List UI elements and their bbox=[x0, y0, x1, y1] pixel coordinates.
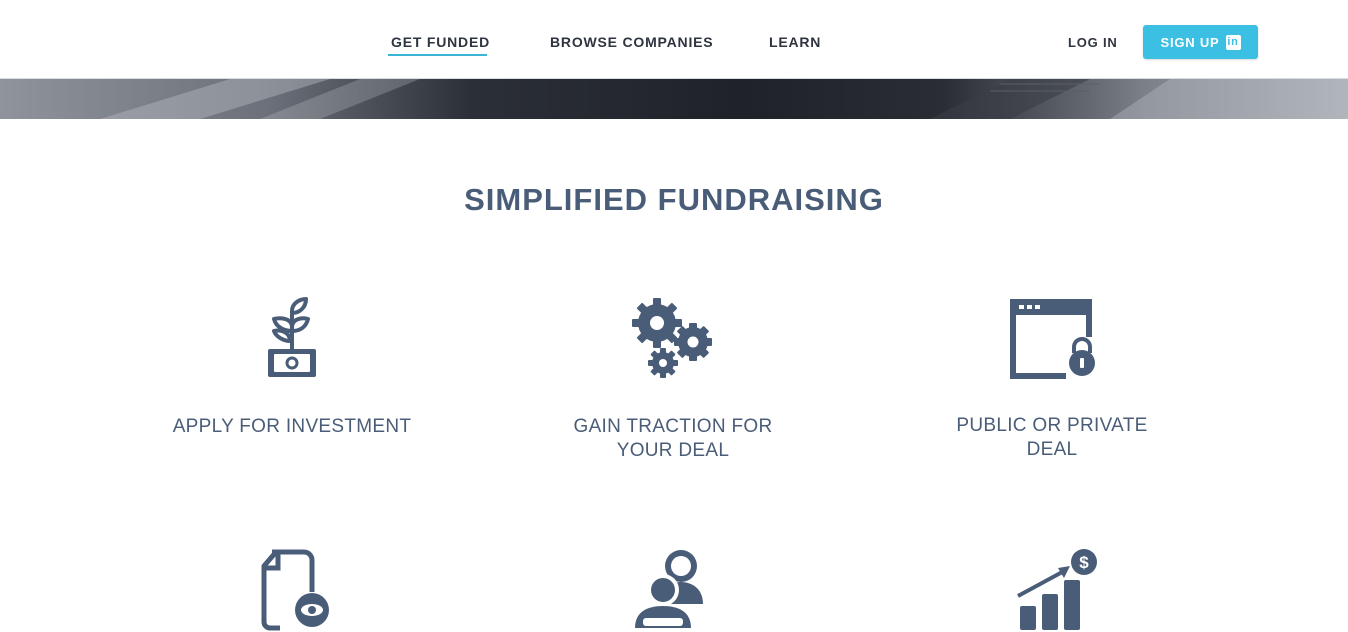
feature-label-line: DEAL bbox=[1026, 439, 1078, 460]
nav-active-indicator bbox=[388, 54, 487, 56]
feature-label: GAIN TRACTION FOR YOUR DEAL bbox=[543, 415, 803, 463]
feature-label-line: GAIN TRACTION FOR bbox=[573, 416, 773, 437]
hero-banner-image bbox=[0, 79, 1348, 119]
feature-public-private: PUBLIC OR PRIVATE DEAL bbox=[922, 297, 1182, 460]
plant-money-icon bbox=[268, 297, 316, 377]
nav-learn[interactable]: LEARN bbox=[769, 34, 821, 50]
feature-apply-investment: APPLY FOR INVESTMENT bbox=[162, 297, 422, 437]
nav-browse-companies[interactable]: BROWSE COMPANIES bbox=[550, 34, 713, 50]
feature-label-line: YOUR DEAL bbox=[616, 440, 730, 461]
browser-lock-icon bbox=[1010, 299, 1095, 379]
linkedin-icon: in bbox=[1225, 34, 1241, 50]
feature-document-review bbox=[162, 548, 422, 632]
feature-growth: $ bbox=[922, 548, 1182, 632]
document-eye-icon bbox=[261, 549, 329, 631]
nav-get-funded[interactable]: GET FUNDED bbox=[391, 34, 490, 50]
signup-button[interactable]: SIGN UP in bbox=[1143, 25, 1258, 59]
signup-label: SIGN UP bbox=[1160, 34, 1220, 50]
feature-label: PUBLIC OR PRIVATE DEAL bbox=[922, 414, 1182, 462]
feature-community bbox=[543, 548, 803, 632]
gears-icon bbox=[632, 298, 712, 378]
top-header: GET FUNDED BROWSE COMPANIES LEARN LOG IN… bbox=[0, 0, 1348, 79]
login-link[interactable]: LOG IN bbox=[1068, 35, 1118, 50]
section-title: SIMPLIFIED FUNDRAISING bbox=[464, 182, 884, 217]
feature-label-line: PUBLIC OR PRIVATE bbox=[956, 415, 1148, 436]
feature-label: APPLY FOR INVESTMENT bbox=[172, 416, 412, 437]
feature-gain-traction: GAIN TRACTION FOR YOUR DEAL bbox=[543, 297, 803, 461]
users-icon bbox=[635, 550, 703, 628]
chart-growth-icon: $ bbox=[1017, 549, 1097, 630]
svg-text:$: $ bbox=[1079, 553, 1089, 572]
